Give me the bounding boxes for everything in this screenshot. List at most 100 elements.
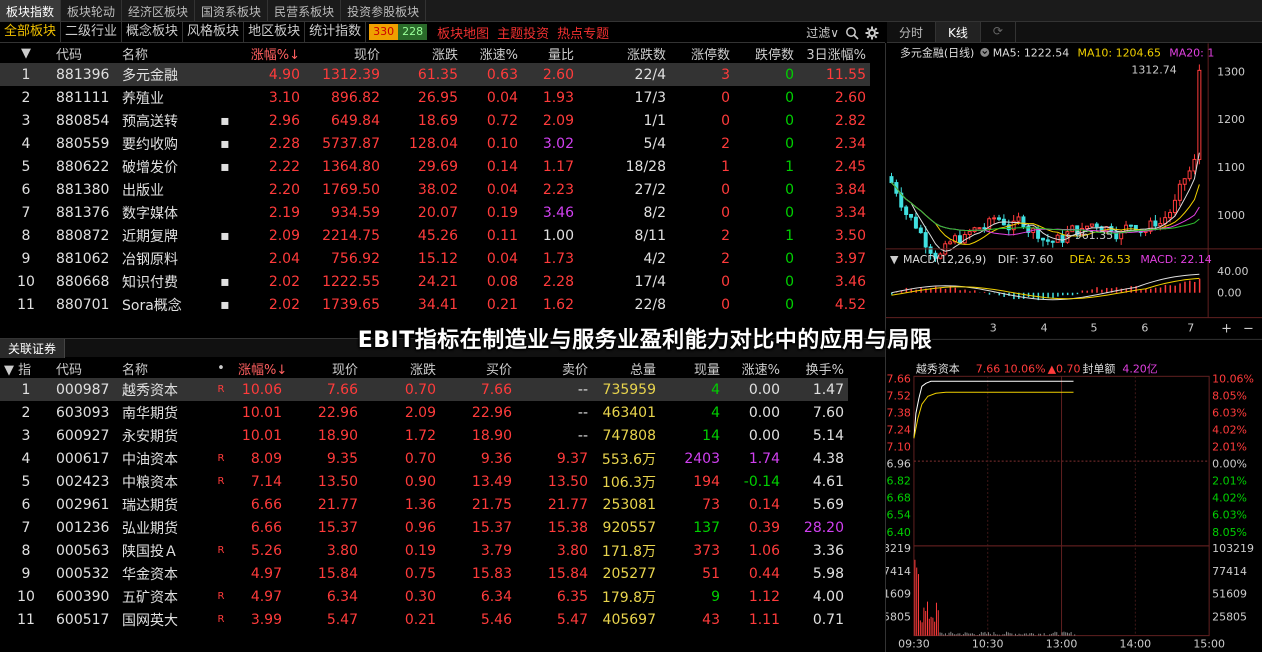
col-name[interactable]: 名称 — [118, 43, 216, 63]
tab-intraday[interactable]: 分时 — [887, 22, 937, 42]
filter-region[interactable]: 地区板块 — [244, 21, 306, 43]
tab-private[interactable]: 民营系板块 — [268, 0, 342, 22]
sector-change: 34.41 — [417, 296, 458, 313]
col-limit-up[interactable]: 涨停数 — [670, 43, 734, 63]
table-row[interactable]: 1 881396 多元金融 4.90 1312.39 61.35 0.63 2.60 22/4 3… — [0, 63, 870, 86]
intraday-pct: 10.06% — [1004, 362, 1046, 375]
sector-limit-up: 1 — [721, 158, 730, 175]
kline-settings-icon[interactable] — [980, 47, 990, 57]
link-hot-topics[interactable]: 热点专题 — [553, 23, 613, 42]
table-row[interactable]: 7 001236 弘业期货 6.66 15.37 0.96 15.37 15.38 920557… — [0, 516, 848, 539]
candle-body — [982, 227, 987, 230]
col-stock-change[interactable]: 涨跌 — [362, 358, 440, 378]
x-tick: 4 — [1041, 322, 1048, 335]
col-stock-name[interactable]: 名称 — [118, 358, 208, 378]
stock-code: 002961 — [56, 496, 110, 513]
col-total-volume[interactable]: 总量 — [592, 358, 660, 378]
table-row[interactable]: 9 881062 冶钢原料 2.04 756.92 15.12 0.04 1.73 4/2 2 0 3… — [0, 247, 870, 270]
macd-bar — [959, 290, 961, 293]
table-row[interactable]: 11 880701 Sora概念 ▪ 2.02 1739.65 34.41 0.21 1.62 2… — [0, 293, 870, 316]
macd-bar — [944, 288, 947, 293]
stock-speed: 0.00 — [724, 378, 784, 401]
table-row[interactable]: 10 600390 五矿资本 R 4.97 6.34 0.30 6.34 6.35 179.8万 9… — [0, 585, 848, 608]
filter-style[interactable]: 风格板块 — [183, 21, 245, 43]
sector-code: 881111 — [56, 89, 110, 106]
col-code[interactable]: 代码 — [52, 43, 118, 63]
col-bid[interactable]: 买价 — [440, 358, 516, 378]
filter-concept[interactable]: 概念板块 — [122, 21, 184, 43]
pct-tick: 6.03% — [1212, 509, 1247, 522]
table-row[interactable]: 7 881376 数字媒体 2.19 934.59 20.07 0.19 3.46 8/2 0 0 3… — [0, 201, 870, 224]
table-row[interactable]: 2 881111 养殖业 3.10 896.82 26.95 0.04 1.93 17/3 0 0 2… — [0, 86, 870, 109]
tab-economic-zone[interactable]: 经济区板块 — [122, 0, 196, 22]
stock-ask: 9.37 — [556, 450, 588, 467]
kline-chart[interactable]: 多元金融(日线) MA5: 1222.54 MA10: 1204.65 MA20… — [885, 43, 1262, 339]
tab-related-securities[interactable]: 关联证券 — [0, 339, 66, 358]
table-row[interactable]: 8 000563 陕国投Ａ R 5.26 3.80 0.19 3.79 3.80 171.8万 37… — [0, 539, 848, 562]
zoom-in-button[interactable]: + — [1221, 322, 1232, 337]
stock-code: 600390 — [56, 588, 110, 605]
table-row[interactable]: 2 603093 南华期货 10.01 22.96 2.09 22.96 -- 463401 4 0… — [0, 401, 848, 424]
row-marker — [216, 247, 234, 270]
refresh-icon[interactable]: ⟳ — [981, 22, 1016, 42]
col-stock-pct[interactable]: 涨幅%↓ — [234, 358, 286, 378]
table-row[interactable]: 11 600517 国网英大 R 3.99 5.47 0.21 5.46 5.47 405697 4… — [0, 608, 848, 631]
col-index[interactable]: ▼ 指 — [0, 358, 52, 378]
col-pct[interactable]: 涨幅%↓ — [234, 43, 304, 63]
macd-settings-icon[interactable]: ▼ — [890, 253, 899, 266]
table-row[interactable]: 9 000532 华金资本 4.97 15.84 0.75 15.83 15.84 205277… — [0, 562, 848, 585]
intraday-chart[interactable]: 越秀资本 7.66 10.06% ▲0.70 封单额 4.20亿 7.66 7.5… — [885, 338, 1262, 652]
table-row[interactable]: 5 002423 中粮资本 R 7.14 13.50 0.90 13.49 13.50 106.3… — [0, 470, 848, 493]
tab-kline[interactable]: K线 — [936, 22, 981, 42]
tab-sector-rotation[interactable]: 板块轮动 — [61, 0, 123, 22]
tab-investment[interactable]: 投资参股板块 — [341, 0, 427, 22]
col-price[interactable]: 现价 — [304, 43, 384, 63]
col-3day[interactable]: 3日涨幅% — [798, 43, 870, 63]
col-limit-down[interactable]: 跌停数 — [734, 43, 798, 63]
col-stock-code[interactable]: 代码 — [52, 358, 118, 378]
stock-bid: 9.36 — [480, 450, 512, 467]
zoom-out-button[interactable]: − — [1243, 322, 1254, 337]
col-volume-ratio[interactable]: 量比 — [522, 43, 578, 63]
link-theme-invest[interactable]: 主题投资 — [493, 23, 553, 42]
table-row[interactable]: 5 880622 破增发价 ▪ 2.22 1364.80 29.69 0.14 1.17 18/2… — [0, 155, 870, 178]
table-row[interactable]: 4 880559 要约收购 ▪ 2.28 5737.87 128.04 0.10 3.02 5/4… — [0, 132, 870, 155]
table-row[interactable]: 4 000617 中油资本 R 8.09 9.35 0.70 9.36 9.37 553.6万 24… — [0, 447, 848, 470]
table-row[interactable]: 6 002961 瑞达期货 6.66 21.77 1.36 21.75 21.77 253081… — [0, 493, 848, 516]
macd-bar — [1057, 292, 1059, 297]
filter-stat-index[interactable]: 统计指数 — [305, 21, 367, 43]
col-up-down[interactable]: 涨跌数 — [578, 43, 670, 63]
row-marker — [216, 86, 234, 109]
table-row[interactable]: 1 000987 越秀资本 R 10.06 7.66 0.70 7.66 -- 735959 4 0.… — [0, 378, 848, 401]
tab-sector-index[interactable]: 板块指数 — [0, 0, 62, 22]
stock-speed: 1.12 — [748, 588, 780, 605]
stock-name: 弘业期货 — [122, 520, 178, 537]
stock-price: 18.90 — [317, 427, 358, 444]
search-icon[interactable] — [845, 26, 859, 40]
col-turnover[interactable]: 换手% — [784, 358, 848, 378]
col-stock-speed[interactable]: 涨速% — [724, 358, 784, 378]
sort-arrow-icon[interactable]: ▼ — [0, 43, 52, 63]
sector-limit-down: 0 — [785, 112, 794, 129]
tab-state-owned[interactable]: 国资系板块 — [195, 0, 269, 22]
col-change[interactable]: 涨跌 — [384, 43, 462, 63]
table-row[interactable]: 10 880668 知识付费 ▪ 2.02 1222.55 24.21 0.08 2.28 17/… — [0, 270, 870, 293]
filter-all-sectors[interactable]: 全部板块 — [0, 21, 62, 43]
gear-icon[interactable] — [865, 26, 879, 40]
filter-level2[interactable]: 二级行业 — [61, 21, 123, 43]
col-stock-price[interactable]: 现价 — [286, 358, 362, 378]
table-row[interactable]: 8 880872 近期复牌 ▪ 2.09 2214.75 45.26 0.11 1.00 8/11… — [0, 224, 870, 247]
margin-marker — [208, 516, 234, 539]
col-speed[interactable]: 涨速% — [462, 43, 522, 63]
table-row[interactable]: 6 881380 出版业 2.20 1769.50 38.02 0.04 2.23 27/2 0 0… — [0, 178, 870, 201]
link-sector-map[interactable]: 板块地图 — [433, 23, 493, 42]
table-row[interactable]: 3 880854 预高送转 ▪ 2.96 649.84 18.69 0.72 2.09 1/1 0 0… — [0, 109, 870, 132]
table-row[interactable]: 3 600927 永安期货 10.01 18.90 1.72 18.90 -- 747808 14… — [0, 424, 848, 447]
candle-body — [1128, 224, 1133, 227]
col-ask[interactable]: 卖价 — [516, 358, 592, 378]
macd-bar — [1081, 290, 1084, 293]
sector-pct: 2.04 — [268, 250, 300, 267]
filter-dropdown[interactable]: 过滤∨ — [806, 24, 839, 41]
col-current-volume[interactable]: 现量 — [660, 358, 724, 378]
row-number: 10 — [17, 273, 35, 290]
